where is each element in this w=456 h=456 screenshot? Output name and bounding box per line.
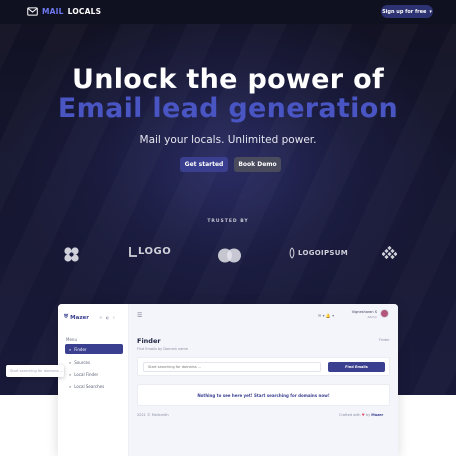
user-role: Admin xyxy=(367,315,377,319)
footer-credit: Crafted with ♥ by Mazer xyxy=(339,413,383,417)
footer-credit-prefix: Crafted with xyxy=(339,413,361,417)
top-navbar: MAIL LOCALS Sign up for free ▾ xyxy=(0,0,456,24)
user-name: Vignesharan S xyxy=(351,310,377,314)
brand-diamond xyxy=(382,246,397,261)
diamond-grid-icon xyxy=(382,246,397,260)
brand-logo-text: LOGO xyxy=(138,246,172,257)
sidebar-menu-label: Menu xyxy=(66,337,77,342)
dashboard-preview: ⛨ Mazer ☼ ◐ ☾ Menu ⌕ Finder ⌕ Sources ⌕ … xyxy=(58,304,398,456)
search-icon: ⌕ xyxy=(69,359,72,365)
hero-subtitle: Mail your locals. Unlimited power. xyxy=(139,134,317,146)
search-card: Find Emails xyxy=(137,357,390,376)
logoipsum-icon xyxy=(289,247,295,259)
mail-icon xyxy=(27,7,38,16)
brand-mastercard xyxy=(217,248,242,263)
sidebar-item-label: Local Searches xyxy=(74,383,105,389)
avatar[interactable] xyxy=(380,309,389,318)
theme-toggle[interactable]: ☼ ◐ ☾ xyxy=(99,315,117,320)
brand-logoipsum-text: LOGOIPSUM xyxy=(298,249,348,257)
brand-logo[interactable]: MAIL LOCALS xyxy=(27,6,101,17)
search-icon: ⌕ xyxy=(69,383,72,389)
search-icon: ⌕ xyxy=(69,346,72,352)
floating-search-input[interactable]: Start searching for domains ... xyxy=(6,365,64,377)
sidebar-item-label: Local Finder xyxy=(74,371,99,377)
book-demo-button[interactable]: Book Demo xyxy=(234,157,281,172)
breadcrumb[interactable]: Finder xyxy=(379,338,390,342)
domain-search-input[interactable] xyxy=(143,362,321,372)
footer-credit-by: by xyxy=(365,413,371,417)
dashboard-main: ☰ ✉ ▾ 🔔 ▾ Vignesharan S Admin Finder Fin… xyxy=(129,304,398,456)
brand-clover xyxy=(63,246,80,263)
trusted-by-label: TRUSTED BY xyxy=(207,219,249,224)
chevron-down-icon: ▾ xyxy=(429,8,432,15)
page-subtitle: Find Emails by Domain name xyxy=(137,347,188,351)
brand-logoipsum: LOGOIPSUM xyxy=(289,247,348,259)
heart-icon: ♥ xyxy=(361,413,365,417)
footer-credit-brand[interactable]: Mazer xyxy=(371,413,383,417)
signup-label: Sign up for free xyxy=(382,8,427,15)
sidebar-item-label: Finder xyxy=(74,346,87,352)
topbar-icons[interactable]: ✉ ▾ 🔔 ▾ xyxy=(318,313,334,318)
sidebar-item-finder[interactable]: ⌕ Finder xyxy=(65,344,123,354)
dashboard-logo[interactable]: ⛨ Mazer xyxy=(64,314,89,321)
logo-text-locals: LOCALS xyxy=(67,7,102,16)
page-title: Finder xyxy=(137,337,161,345)
empty-state-message: Nothing to see here yet! Start searching… xyxy=(137,384,390,406)
dashboard-app-name: Mazer xyxy=(70,314,89,321)
hero-title-line1: Unlock the power of xyxy=(72,64,384,95)
sidebar-item-local-finder[interactable]: ⌕ Local Finder xyxy=(65,369,123,379)
search-icon: ⌕ xyxy=(69,371,72,377)
footer-copyright: 2021 © Mailsmith xyxy=(137,413,169,417)
logo-box-icon xyxy=(129,247,137,257)
mastercard-icon xyxy=(218,248,241,263)
find-emails-button[interactable]: Find Emails xyxy=(328,362,385,372)
dashboard-sidebar: ⛨ Mazer ☼ ◐ ☾ Menu ⌕ Finder ⌕ Sources ⌕ … xyxy=(58,304,129,456)
get-started-button[interactable]: Get started xyxy=(180,157,228,172)
sidebar-item-label: Sources xyxy=(74,359,91,365)
dashboard-topbar: ☰ ✉ ▾ 🔔 ▾ Vignesharan S Admin xyxy=(129,304,398,326)
hamburger-menu-icon[interactable]: ☰ xyxy=(137,312,142,319)
logo-text-mail: MAIL xyxy=(42,7,64,16)
brand-logo-box: LOGO xyxy=(129,246,171,257)
sidebar-item-local-searches[interactable]: ⌕ Local Searches xyxy=(65,381,123,391)
signup-button[interactable]: Sign up for free ▾ xyxy=(381,5,433,18)
sidebar-item-sources[interactable]: ⌕ Sources xyxy=(65,357,123,367)
shield-icon: ⛨ xyxy=(64,314,69,320)
clover-icon xyxy=(64,247,79,262)
hero-title-line2: Email lead generation xyxy=(57,93,399,124)
